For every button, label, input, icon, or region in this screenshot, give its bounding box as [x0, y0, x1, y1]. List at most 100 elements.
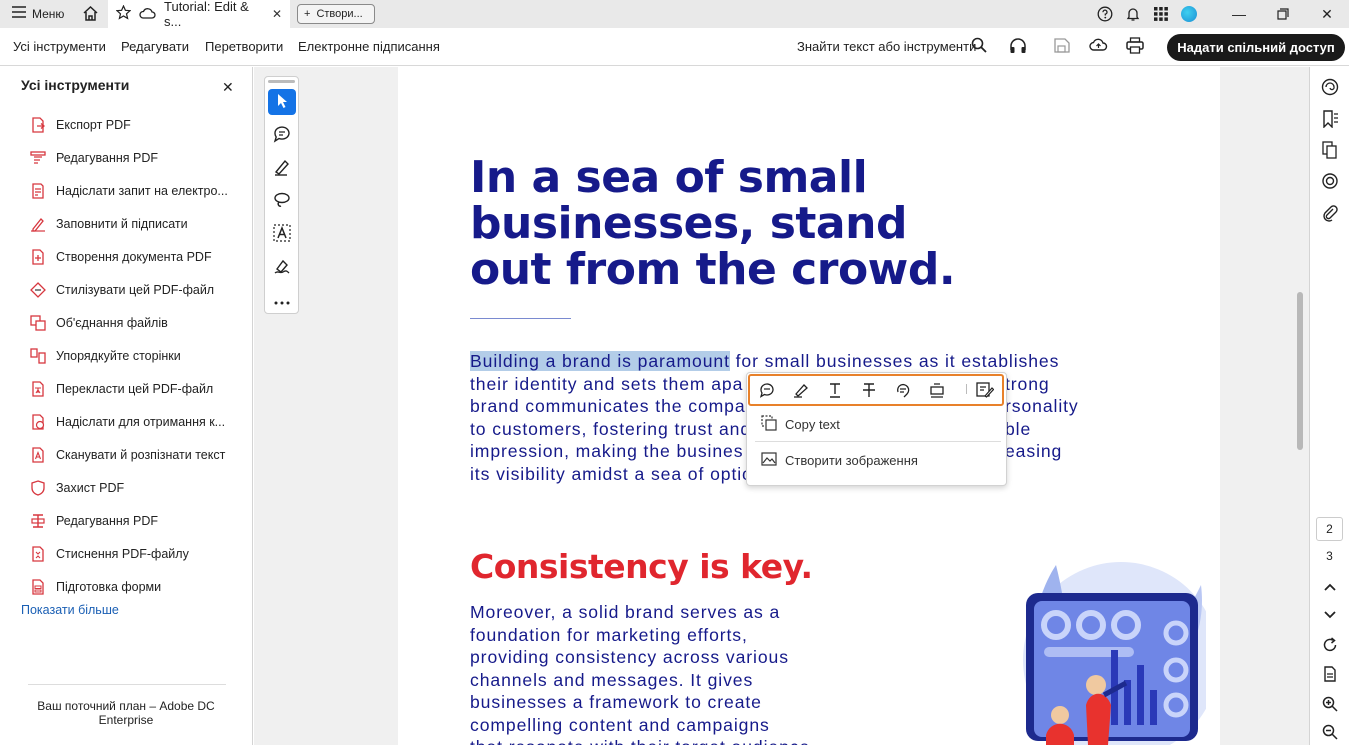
rotate-view-icon[interactable]: [1320, 635, 1340, 655]
new-tab-button[interactable]: + Створи...: [297, 4, 375, 24]
attachments-icon[interactable]: [1320, 203, 1340, 223]
close-tab-icon[interactable]: ✕: [272, 7, 282, 21]
add-comment-icon[interactable]: [750, 382, 784, 398]
comment-tool-button[interactable]: [268, 122, 296, 148]
bookmarks-icon[interactable]: [1320, 109, 1340, 129]
minimize-icon[interactable]: —: [1217, 6, 1261, 22]
heading-divider: [470, 318, 571, 319]
tool-send-for-comments[interactable]: Надіслати для отримання к...: [30, 412, 225, 432]
titlebar-controls: — ✕: [1091, 0, 1349, 28]
help-icon[interactable]: [1091, 6, 1119, 22]
page-down-icon[interactable]: [1320, 605, 1340, 625]
layers-icon[interactable]: [1320, 171, 1340, 191]
close-window-icon[interactable]: ✕: [1305, 6, 1349, 23]
tool-create-pdf[interactable]: Створення документа PDF: [30, 247, 212, 267]
document-heading: In a sea of small businesses, stand out …: [470, 152, 956, 295]
zoom-out-icon[interactable]: [1320, 722, 1340, 742]
create-image-menu-item[interactable]: Створити зображення: [761, 450, 918, 470]
fit-page-icon[interactable]: [1320, 664, 1340, 684]
tool-protect-pdf[interactable]: Захист PDF: [30, 478, 124, 498]
tool-label: Надіслати запит на електро...: [56, 184, 228, 198]
tool-stylize-pdf[interactable]: Стилізувати цей PDF-файл: [30, 280, 214, 300]
tool-prepare-form[interactable]: Підготовка форми: [30, 577, 161, 597]
tool-compress-pdf[interactable]: Стиснення PDF-файлу: [30, 544, 189, 564]
sign-tool-button[interactable]: [268, 254, 296, 280]
current-page-number[interactable]: 2: [1316, 517, 1343, 541]
notifications-bell-icon[interactable]: [1119, 6, 1147, 22]
cloud-save-icon[interactable]: [1089, 37, 1108, 55]
text-selection-context-menu: Copy text Створити зображення: [746, 372, 1007, 486]
redact-text-icon[interactable]: [920, 382, 954, 398]
image-icon: [761, 451, 777, 470]
tool-label: Редагування PDF: [56, 151, 159, 165]
highlight-tool-button[interactable]: [268, 155, 296, 181]
tool-edit-pdf[interactable]: Редагування PDF: [30, 148, 158, 168]
tool-label: Стилізувати цей PDF-файл: [56, 283, 215, 297]
tool-label: Захист PDF: [56, 481, 125, 495]
apps-grid-icon[interactable]: [1147, 7, 1175, 21]
paragraph-fragment: easing: [1005, 441, 1063, 461]
underline-text-icon[interactable]: [818, 382, 852, 398]
close-panel-icon[interactable]: ✕: [222, 79, 234, 96]
page-up-icon[interactable]: [1320, 577, 1340, 597]
select-tool-button[interactable]: [268, 89, 296, 115]
tool-translate-pdf[interactable]: Перекласти цей PDF-файл: [30, 379, 213, 399]
zoom-in-icon[interactable]: [1320, 694, 1340, 714]
read-aloud-headphones-icon[interactable]: [1009, 37, 1027, 57]
tool-scan-ocr[interactable]: Сканувати й розпізнати текст: [30, 445, 225, 465]
menu-button[interactable]: Меню: [12, 6, 64, 21]
vertical-scrollbar[interactable]: [1297, 292, 1303, 450]
redact-pdf-icon: [30, 513, 46, 529]
comment-icon: [273, 125, 291, 146]
current-plan-text: Ваш поточний план – Adobe DC Enterprise: [37, 699, 215, 727]
more-tools-button[interactable]: [268, 287, 296, 313]
search-icon[interactable]: [971, 37, 987, 56]
share-button[interactable]: Надати спільний доступ: [1167, 34, 1345, 61]
selected-text[interactable]: Building a brand is paramount: [470, 351, 730, 371]
strikethrough-text-icon[interactable]: [852, 382, 886, 398]
paragraph-line: their identity and sets them apa: [470, 374, 744, 394]
menu-convert[interactable]: Перетворити: [205, 39, 283, 54]
tool-organize-pages[interactable]: Упорядкуйте сторінки: [30, 346, 181, 366]
menu-edit[interactable]: Редагувати: [121, 39, 189, 54]
paragraph-line: that resonate with their target audience: [470, 736, 810, 745]
home-icon[interactable]: [82, 5, 99, 25]
restore-icon[interactable]: [1261, 8, 1305, 20]
tool-request-esign[interactable]: Надіслати запит на електро...: [30, 181, 228, 201]
highlight-text-icon[interactable]: [784, 382, 818, 398]
pen-icon: [273, 158, 291, 179]
find-tools-label[interactable]: Знайти текст або інструменти: [797, 39, 976, 54]
tool-label: Надіслати для отримання к...: [56, 415, 226, 429]
ai-assistant-icon[interactable]: [1320, 77, 1340, 97]
tool-fill-sign[interactable]: Заповнити й підписати: [30, 214, 188, 234]
edit-text-icon[interactable]: [968, 382, 1002, 398]
user-avatar[interactable]: [1175, 6, 1203, 22]
menu-label: Меню: [32, 6, 65, 21]
copy-text-menu-item[interactable]: Copy text: [761, 414, 840, 434]
pages-thumbnails-icon[interactable]: [1320, 140, 1340, 160]
tool-label: Упорядкуйте сторінки: [56, 349, 181, 363]
draw-tool-button[interactable]: [268, 188, 296, 214]
print-icon[interactable]: [1126, 37, 1144, 57]
document-tab[interactable]: Tutorial: Edit & s... ✕: [108, 0, 290, 29]
panel-title: Усі інструменти: [21, 77, 130, 93]
add-text-tool-button[interactable]: [268, 221, 296, 247]
menu-all-tools[interactable]: Усі інструменти: [13, 39, 106, 54]
save-icon[interactable]: [1053, 37, 1071, 57]
tool-label: Підготовка форми: [56, 580, 162, 594]
tool-combine-files[interactable]: Об'єднання файлів: [30, 313, 168, 333]
paragraph-fragment: rsonality: [1005, 396, 1079, 416]
show-more-link[interactable]: Показати більше: [21, 603, 119, 617]
menu-esign[interactable]: Електронне підписання: [298, 39, 440, 54]
scan-ocr-icon: [30, 447, 46, 463]
toolbar-grip[interactable]: [268, 80, 295, 83]
paragraph-line: to customers, fostering trust and: [470, 419, 752, 439]
tool-redact-pdf[interactable]: Редагування PDF: [30, 511, 158, 531]
paragraph-fragment: ble: [1005, 419, 1032, 439]
cloud-icon: [139, 7, 156, 22]
stylize-pdf-icon: [30, 282, 46, 298]
toolbar-divider: [966, 384, 967, 394]
star-icon[interactable]: [115, 4, 132, 23]
tool-export-pdf[interactable]: Експорт PDF: [30, 115, 131, 135]
read-aloud-icon[interactable]: [886, 382, 920, 398]
